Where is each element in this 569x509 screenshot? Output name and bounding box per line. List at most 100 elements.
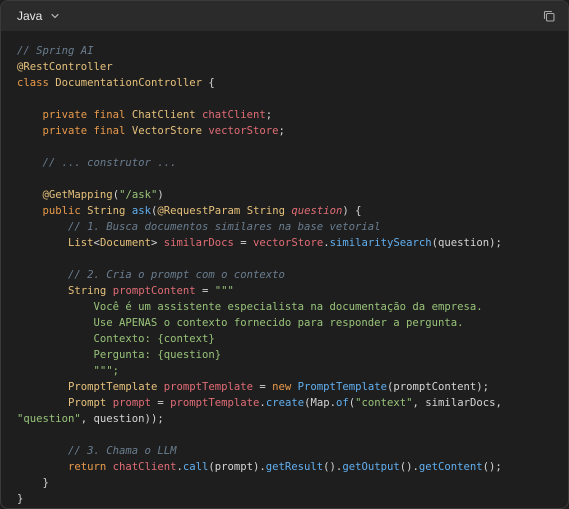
code-line: Pergunta: {question} xyxy=(17,347,568,363)
code-token: "/ask" xyxy=(119,189,158,201)
code-token: // Spring AI xyxy=(17,45,94,57)
code-token: // 1. Busca documentos similares na base… xyxy=(17,221,381,233)
code-line: private final ChatClient chatClient; xyxy=(17,107,568,123)
code-token: ; xyxy=(265,109,273,121)
code-token: "question" xyxy=(17,413,81,425)
code-token: String xyxy=(68,285,107,297)
code-token: (). xyxy=(399,461,419,473)
code-token: return xyxy=(17,461,113,473)
code-token: public xyxy=(17,205,88,217)
code-line: List<Document> similarDocs = vectorStore… xyxy=(17,235,568,251)
code-token: Use APENAS o contexto fornecido para res… xyxy=(17,317,464,329)
code-token: } xyxy=(17,477,49,489)
code-token: @RequestParam xyxy=(157,205,241,217)
code-token: promptTemplate xyxy=(170,397,260,409)
code-token: Você é um assistente especialista na doc… xyxy=(17,301,483,313)
code-token: prompt xyxy=(112,397,151,409)
code-token: private final xyxy=(17,125,132,137)
code-token: } xyxy=(17,493,24,505)
code-line: // 1. Busca documentos similares na base… xyxy=(17,219,568,235)
code-block-window: Java // Spring AI @RestController class Do… xyxy=(0,0,569,509)
code-line: class DocumentationController { xyxy=(17,75,568,91)
code-token: class xyxy=(17,77,56,89)
code-token: = xyxy=(233,237,254,249)
code-line: Prompt prompt = promptTemplate.create(Ma… xyxy=(17,395,568,411)
code-line: } xyxy=(17,491,568,507)
code-token: promptTemplate xyxy=(163,381,254,393)
code-token: > xyxy=(150,237,164,249)
code-token: @GetMapping xyxy=(42,189,113,201)
code-line: // 3. Chama o LLM xyxy=(17,443,568,459)
code-token: (promptContent); xyxy=(386,381,490,393)
code-line: // Spring AI xyxy=(17,43,568,59)
code-token: , similarDocs, xyxy=(412,397,502,409)
code-line: @GetMapping("/ask") xyxy=(17,187,568,203)
code-token: create xyxy=(265,397,305,409)
code-line: Você é um assistente especialista na doc… xyxy=(17,299,568,315)
code-line: String promptContent = """ xyxy=(17,283,568,299)
code-token: getOutput xyxy=(342,461,400,473)
code-token: promptContent xyxy=(112,285,196,297)
code-token: (prompt). xyxy=(208,461,266,473)
code-token: DocumentationController xyxy=(55,77,202,89)
chevron-down-icon xyxy=(50,11,60,21)
code-token: , question)); xyxy=(80,413,164,425)
code-token: vectorStore xyxy=(208,125,279,137)
code-token: ) { xyxy=(342,205,362,217)
code-line: } xyxy=(17,475,568,491)
code-token: call xyxy=(182,461,209,473)
code-token: question xyxy=(291,205,343,217)
language-selector[interactable]: Java xyxy=(17,9,60,23)
code-line: "question", question)); xyxy=(17,411,568,427)
code-token: """ xyxy=(214,285,234,297)
code-token: PromptTemplate xyxy=(68,381,158,393)
code-token: similaritySearch xyxy=(329,237,432,249)
code-token: VectorStore xyxy=(131,125,202,137)
code-line: """; xyxy=(17,363,568,379)
code-token: new xyxy=(272,381,298,393)
code-token: String xyxy=(246,205,285,217)
code-token: @RestController xyxy=(17,61,113,73)
code-token: getResult xyxy=(265,461,324,473)
code-token: // 2. Cria o prompt com o contexto xyxy=(17,269,285,281)
code-line: PromptTemplate promptTemplate = new Prom… xyxy=(17,379,568,395)
code-token: (question); xyxy=(431,237,502,249)
code-token: Prompt xyxy=(68,397,107,409)
code-token: = xyxy=(253,381,273,393)
code-token: ChatClient xyxy=(131,109,196,121)
code-token: Pergunta: {question} xyxy=(17,349,222,361)
code-token: // ... construtor ... xyxy=(17,157,177,169)
code-token: (Map. xyxy=(304,397,336,409)
copy-button[interactable] xyxy=(540,7,558,25)
code-token: ) xyxy=(157,189,164,201)
code-token: of xyxy=(335,397,349,409)
code-token: (); xyxy=(482,461,502,473)
code-line: public String ask(@RequestParam String q… xyxy=(17,203,568,219)
code-line: Contexto: {context} xyxy=(17,331,568,347)
copy-icon xyxy=(542,9,556,23)
code-line: // 2. Cria o prompt com o contexto xyxy=(17,267,568,283)
code-token: chatClient xyxy=(201,109,266,121)
code-token: Document xyxy=(99,237,151,249)
code-content[interactable]: // Spring AI @RestController class Documen… xyxy=(1,31,568,507)
language-label: Java xyxy=(17,9,43,23)
code-line: private final VectorStore vectorStore; xyxy=(17,123,568,139)
code-token: ask xyxy=(131,205,151,217)
code-block-header: Java xyxy=(1,1,568,31)
code-token: Contexto: {context} xyxy=(17,333,215,345)
code-token: """; xyxy=(17,365,120,377)
code-line: // ... construtor ... xyxy=(17,155,568,171)
code-token: "context" xyxy=(355,397,413,409)
code-line: return chatClient.call(prompt).getResult… xyxy=(17,459,568,475)
code-token: private final xyxy=(17,109,132,121)
code-token: { xyxy=(201,77,215,89)
code-token: = xyxy=(195,285,215,297)
